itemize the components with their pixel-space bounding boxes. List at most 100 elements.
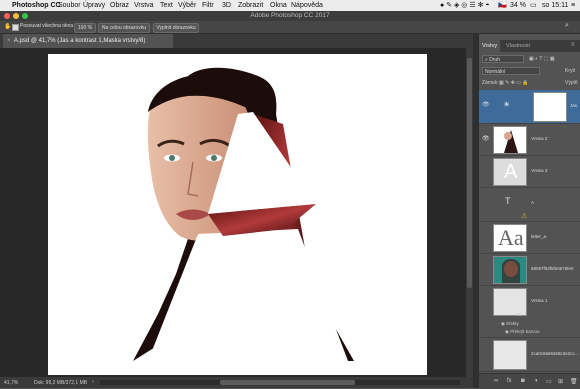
menu-file[interactable]: Soubor	[58, 1, 81, 10]
battery-icon[interactable]: ▭	[530, 1, 537, 10]
letters-icon: Aa	[498, 225, 524, 250]
portrait-thumbnail-icon	[502, 259, 520, 283]
menu-filter[interactable]: Filtr	[202, 1, 214, 10]
layer-thumbnail[interactable]	[493, 288, 527, 316]
document-canvas[interactable]	[48, 54, 427, 375]
new-group-icon[interactable]: ▭	[546, 378, 552, 385]
layer-thumbnail[interactable]	[493, 256, 527, 284]
vertical-scrollbar[interactable]	[466, 48, 473, 377]
layer-row-vrstva-2[interactable]: 👁 Vrstva 2	[479, 124, 580, 156]
menu-layer[interactable]: Vrstva	[134, 1, 154, 10]
layer-row-a[interactable]: T A ⚠	[479, 188, 580, 222]
effects-row[interactable]: ◉ Efekty	[479, 320, 580, 328]
lock-icons[interactable]: ▦ ✎ ✥ ▭ 🔒	[499, 80, 529, 86]
effects-label: ◉ Efekty	[501, 321, 519, 326]
menu-edit[interactable]: Úpravy	[83, 1, 105, 10]
layer-thumbnail[interactable]	[493, 126, 527, 154]
zoom-100-button[interactable]: 100 %	[74, 23, 96, 33]
visibility-eye-icon[interactable]: 👁	[482, 135, 490, 142]
menu-select[interactable]: Výběr	[178, 1, 196, 10]
fill-label: Výplň	[565, 80, 578, 86]
layer-row-photo[interactable]: 58097f63f5fe0576fe0	[479, 254, 580, 286]
color-overlay-label: ◉ Překrýt barvou	[505, 329, 540, 334]
blend-row: Normální Krytí	[479, 67, 580, 77]
link-layers-icon[interactable]: ∞	[494, 378, 498, 384]
document-tab[interactable]: × A.psd @ 41,7% (Jas a kontrast 1,Maska …	[3, 34, 173, 48]
new-layer-icon[interactable]: ⊞	[558, 378, 563, 385]
status-menu-arrow-icon[interactable]: ›	[92, 379, 94, 385]
scroll-all-windows-checkbox[interactable]	[12, 24, 19, 31]
search-icon[interactable]: ⌕	[565, 22, 569, 30]
canvas-area[interactable]	[0, 48, 473, 377]
layer-name: A	[531, 200, 535, 205]
options-bar: ✋ Posouvat všechna okna 100 % Na celou o…	[0, 21, 580, 34]
tab-layers[interactable]: Vrstvy	[479, 40, 501, 52]
add-style-icon[interactable]: fx	[507, 378, 512, 384]
fx-badge[interactable]: fx	[517, 312, 521, 318]
layers-panel: Vrstvy Vlastnosti ≡ ⌕ Druh ▣ ◐ T ⬚ ▦ Nor…	[479, 34, 580, 389]
flag-icon[interactable]: 🇨🇿	[498, 1, 507, 10]
battery-percent: 34 %	[510, 2, 526, 9]
document-size: Dok: 99,2 MB/372,1 MB	[34, 380, 88, 386]
vertical-scroll-thumb[interactable]	[467, 58, 472, 288]
panel-tabs: Vrstvy Vlastnosti ≡	[479, 40, 580, 52]
layer-thumbnail[interactable]: Aa	[493, 224, 527, 252]
delete-layer-icon[interactable]: 🗑	[570, 378, 578, 385]
menu-image[interactable]: Obraz	[110, 1, 129, 10]
color-overlay-row[interactable]: ◉ Překrýt barvou	[479, 328, 580, 338]
layer-name: 2ca0c9a663e8c3e2cc...	[531, 351, 579, 356]
scroll-all-windows-label: Posouvat všechna okna	[20, 23, 74, 29]
layer-row-vrstva-3[interactable]: A Vrstva 3	[479, 156, 580, 188]
layer-row-background-image[interactable]: 2ca0c9a663e8c3e2cc...	[479, 338, 580, 372]
menu-view[interactable]: Zobrazit	[238, 1, 263, 10]
letter-a-thumbnail-icon	[504, 130, 518, 153]
menu-help[interactable]: Nápověda	[291, 1, 323, 10]
layer-row-jas[interactable]: 👁 ☀ Jas	[479, 90, 580, 124]
panel-menu-icon[interactable]: ≡	[571, 42, 575, 48]
adjustment-icon: ☀	[503, 100, 511, 109]
layer-row-vrstva-1[interactable]: Vrstva 1 fx	[479, 286, 580, 320]
tab-properties[interactable]: Vlastnosti	[503, 40, 533, 52]
lock-row: Zámek: ▦ ✎ ✥ ▭ 🔒 Výplň	[479, 79, 580, 89]
add-mask-icon[interactable]: ◙	[521, 378, 525, 384]
hand-tool-icon[interactable]: ✋	[4, 23, 11, 30]
warning-icon[interactable]: ⚠	[521, 212, 527, 220]
menu-list-icon[interactable]: ≡	[571, 1, 575, 10]
new-adjustment-icon[interactable]: ◑	[534, 378, 538, 384]
layer-thumbnail[interactable]	[493, 340, 527, 370]
horizontal-scrollbar[interactable]	[100, 380, 460, 385]
layer-name: letter_a	[531, 234, 547, 239]
layer-filter-row: ⌕ Druh ▣ ◐ T ⬚ ▦	[479, 55, 580, 65]
horizontal-scroll-thumb[interactable]	[220, 380, 355, 385]
close-tab-icon[interactable]: ×	[7, 38, 11, 44]
fit-screen-button[interactable]: Na celou obrazovku	[98, 23, 150, 33]
lock-label: Zámek:	[482, 80, 499, 86]
letter-a-icon: A	[504, 161, 518, 183]
document-tab-bar: × A.psd @ 41,7% (Jas a kontrast 1,Maska …	[0, 34, 473, 48]
layer-mask-thumbnail[interactable]	[533, 92, 567, 122]
zoom-level[interactable]: 41,7%	[4, 380, 18, 386]
menu-type[interactable]: Text	[160, 1, 173, 10]
layer-name: Vrstva 1	[531, 298, 548, 303]
opacity-label: Krytí	[565, 68, 576, 74]
layer-row-letter-a[interactable]: Aa letter_a	[479, 222, 580, 254]
menu-3d[interactable]: 3D	[222, 1, 231, 10]
window-title: Adobe Photoshop CC 2017	[250, 12, 330, 19]
blend-mode-select[interactable]: Normální	[482, 67, 540, 75]
document-tab-label: A.psd @ 41,7% (Jas a kontrast 1,Maska vr…	[13, 38, 146, 44]
fill-screen-button[interactable]: Vyplnit obrazovku	[153, 23, 199, 33]
menu-window[interactable]: Okna	[270, 1, 287, 10]
app-menu[interactable]: Photoshop CC	[12, 1, 61, 10]
text-layer-icon: T	[505, 196, 511, 206]
layer-name: Vrstva 2	[531, 136, 548, 141]
layer-name: Jas	[570, 103, 578, 108]
status-icons: ● ✎ ◈ ◎ ☰ ✻ ◓	[440, 2, 490, 9]
status-bar: 41,7% Dok: 99,2 MB/372,1 MB ›	[0, 377, 473, 388]
layers-panel-footer: ∞ fx ◙ ◑ ▭ ⊞ 🗑	[479, 373, 580, 389]
composite-image	[133, 67, 354, 361]
layer-thumbnail[interactable]: A	[493, 158, 527, 186]
filter-icons[interactable]: ▣ ◐ T ⬚ ▦	[529, 56, 555, 62]
layer-filter-select[interactable]: ⌕ Druh	[482, 55, 524, 63]
clock[interactable]: so 15:11	[542, 1, 568, 10]
visibility-eye-icon[interactable]: 👁	[482, 101, 490, 108]
